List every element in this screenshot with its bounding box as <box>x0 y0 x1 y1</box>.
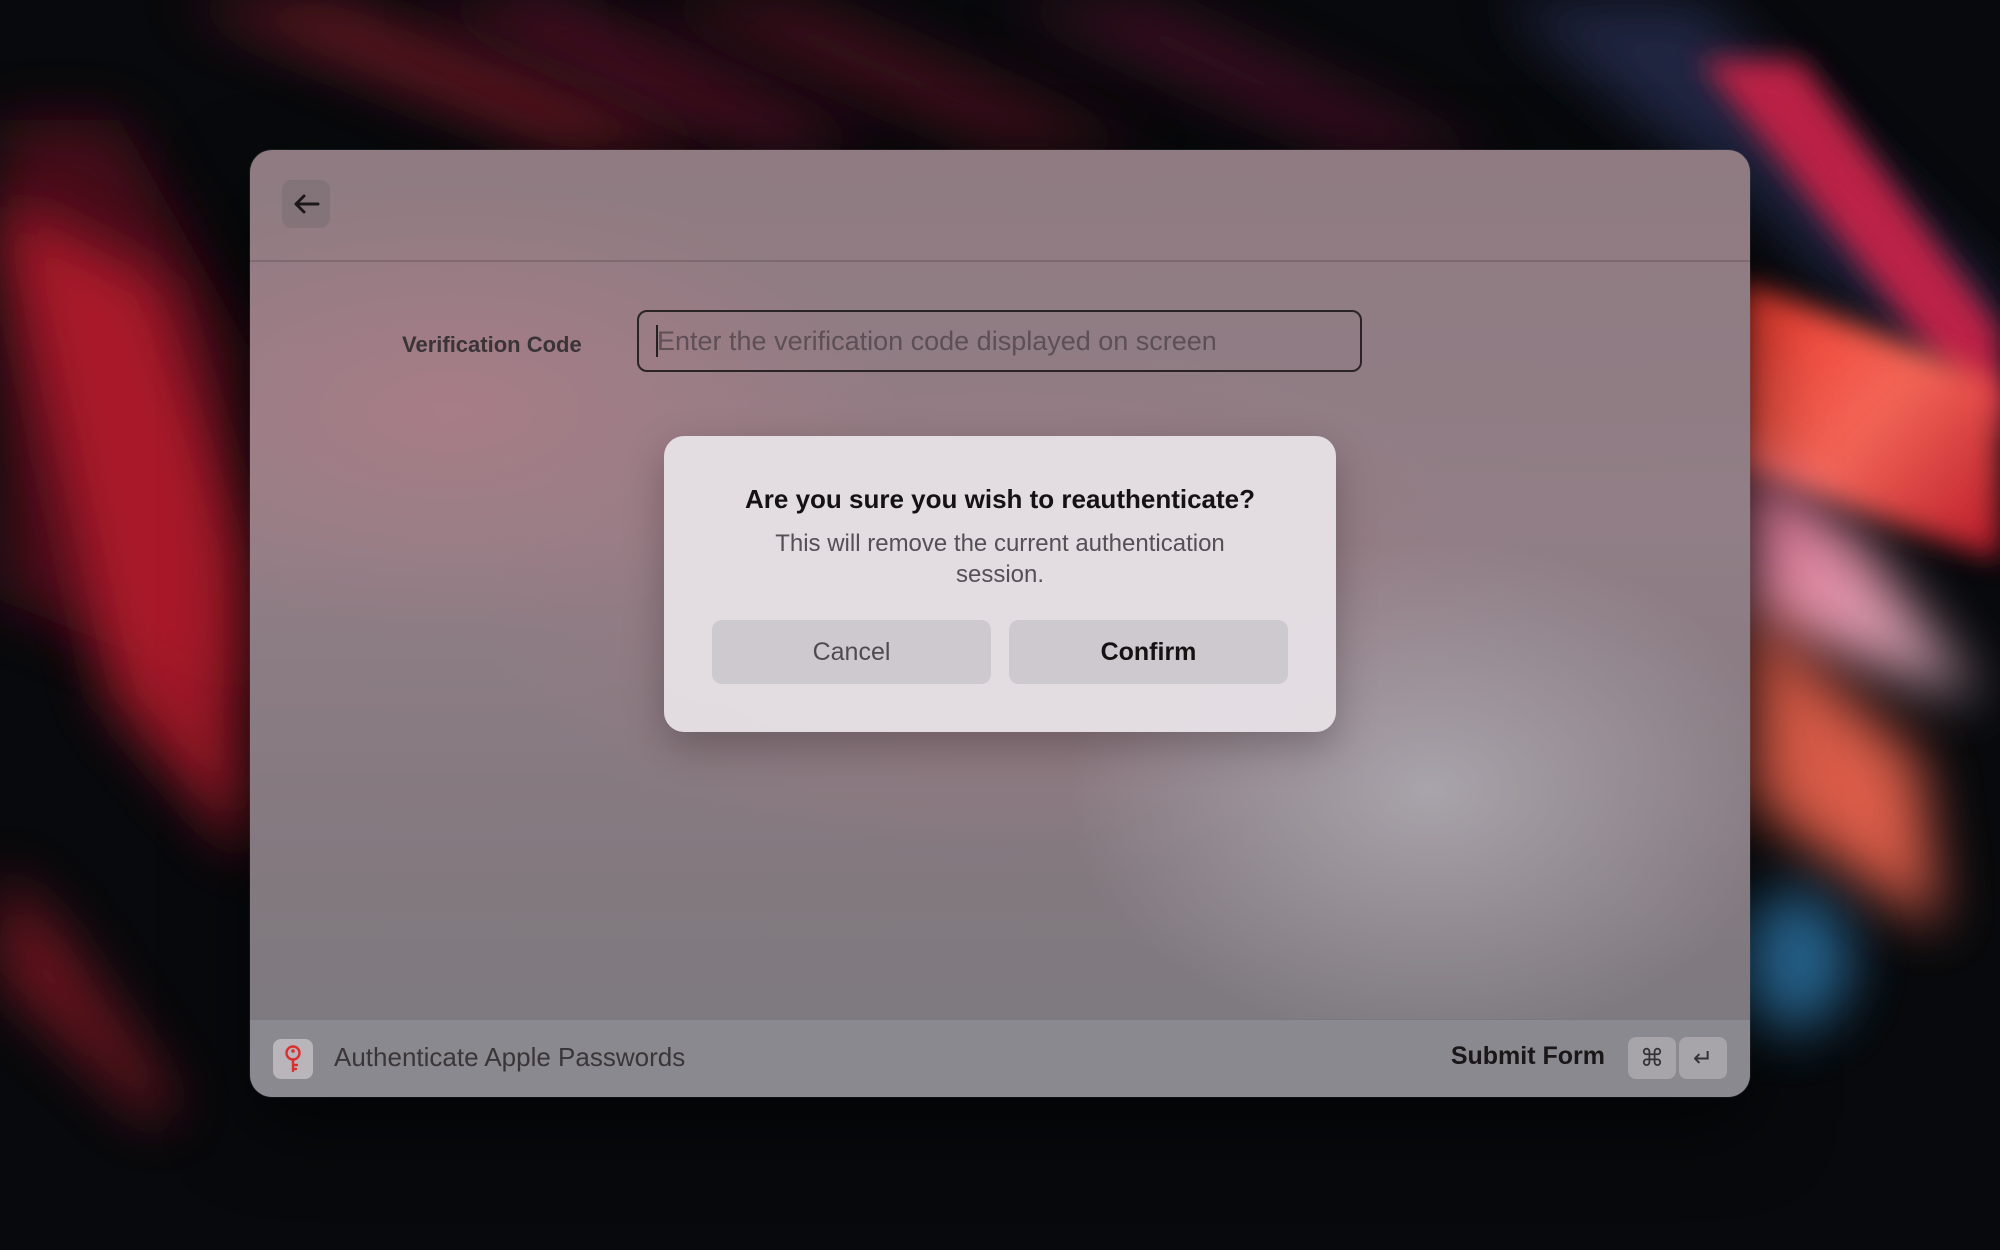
text-caret <box>656 325 658 357</box>
return-key-icon: ↵ <box>1679 1037 1727 1079</box>
verification-code-label: Verification Code <box>402 332 582 358</box>
arrow-left-icon <box>294 194 320 214</box>
dialog-message: This will remove the current authenticat… <box>775 530 1225 588</box>
confirm-button[interactable]: Confirm <box>1009 620 1288 684</box>
app-window: Verification Code Are you sure you wish … <box>250 150 1750 1097</box>
back-button[interactable] <box>282 180 330 228</box>
cancel-button[interactable]: Cancel <box>712 620 991 684</box>
action-bar: Authenticate Apple Passwords Submit Form… <box>250 1019 1750 1097</box>
window-header <box>250 150 1750 262</box>
desktop: Verification Code Are you sure you wish … <box>0 0 2000 1250</box>
command-key-icon: ⌘ <box>1628 1037 1676 1079</box>
reauthenticate-confirm-dialog: Are you sure you wish to reauthenticate?… <box>664 436 1336 732</box>
verification-code-label-text: Verification Code <box>402 332 582 357</box>
dialog-title: Are you sure you wish to reauthenticate? <box>745 484 1255 514</box>
submit-form-action[interactable]: Submit Form <box>1451 1042 1605 1071</box>
command-title: Authenticate Apple Passwords <box>334 1042 686 1072</box>
key-icon <box>273 1039 313 1079</box>
verification-code-input[interactable] <box>637 310 1362 372</box>
